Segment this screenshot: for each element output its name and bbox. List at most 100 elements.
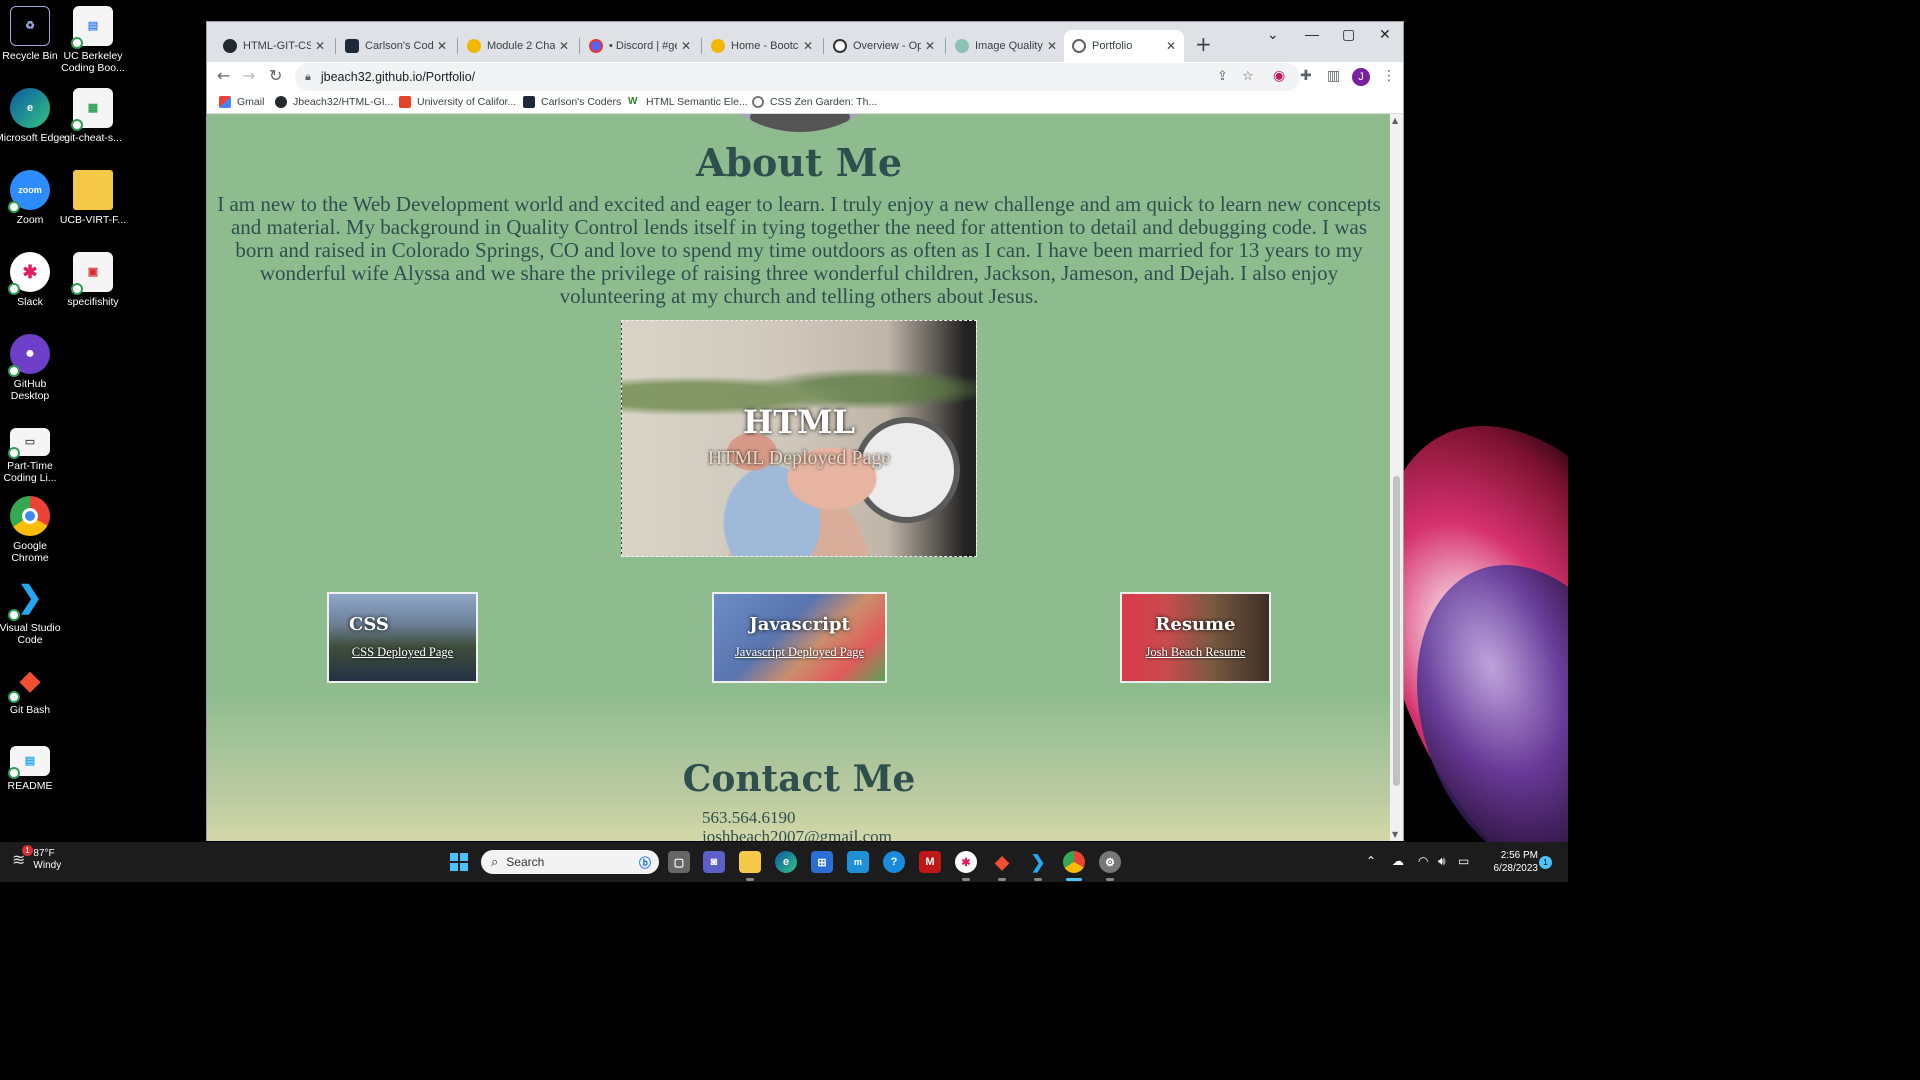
desktop-icon-git-bash[interactable]: ◆ Git Bash	[0, 660, 66, 716]
taskbar-search[interactable]: ⌕ Search ⓑ	[481, 850, 659, 874]
edge-icon[interactable]: e	[775, 851, 797, 873]
wifi-icon[interactable]: ◠	[1418, 854, 1428, 868]
close-tab-icon[interactable]: ✕	[1166, 39, 1176, 53]
git-bash-icon[interactable]: ◆	[991, 851, 1013, 873]
desktop-icon-part-time-coding[interactable]: ▭ Part-Time Coding Li...	[0, 428, 66, 484]
teams-chat-icon[interactable]: ◙	[703, 851, 725, 873]
extensions-puzzle-icon[interactable]: ✚	[1300, 68, 1312, 84]
spreadsheet-icon: ▦	[71, 88, 113, 131]
bookmark-gmail[interactable]: Gmail	[219, 96, 264, 108]
close-tab-icon[interactable]: ✕	[681, 39, 691, 53]
microsoft-store-icon[interactable]: ⊞	[811, 851, 833, 873]
project-card-html[interactable]: HTML HTML Deployed Page	[621, 320, 977, 557]
task-view-icon[interactable]: ▢	[668, 851, 690, 873]
app-running-indicator	[962, 878, 970, 881]
tab-module-2-challenge[interactable]: Module 2 Challe ✕	[459, 30, 577, 62]
bookmark-star-icon[interactable]: ☆	[1242, 69, 1254, 84]
chrome-icon[interactable]	[1063, 851, 1085, 873]
project-link-resume[interactable]: Josh Beach Resume	[1122, 645, 1269, 660]
close-tab-icon[interactable]: ✕	[1047, 39, 1057, 53]
mcafee-shield-icon[interactable]: M	[919, 851, 941, 873]
bootcamp-icon	[467, 39, 481, 53]
forward-arrow-icon[interactable]: →	[242, 66, 255, 85]
onedrive-icon[interactable]: ☁	[1392, 854, 1404, 868]
scrollbar-thumb[interactable]	[1393, 476, 1400, 786]
close-tab-icon[interactable]: ✕	[437, 39, 447, 53]
scroll-down-arrow-icon[interactable]: ▼	[1392, 830, 1398, 839]
desktop-icon-github-desktop[interactable]: ● GitHub Desktop	[0, 334, 66, 402]
new-tab-button[interactable]: +	[1195, 32, 1212, 56]
desktop-icon-uc-berkeley[interactable]: ▤ UC Berkeley Coding Boo...	[57, 6, 129, 74]
project-card-css[interactable]: CSS CSS Deployed Page	[327, 592, 478, 683]
settings-gear-icon[interactable]: ⚙	[1099, 851, 1121, 873]
file-explorer-icon[interactable]	[739, 851, 761, 873]
maximize-button[interactable]: ▢	[1342, 26, 1355, 43]
weather-temperature: 87°F	[33, 848, 55, 859]
desktop-icon-git-cheat-sheet[interactable]: ▦ git-cheat-s...	[57, 88, 129, 144]
scroll-up-arrow-icon[interactable]: ▲	[1392, 116, 1398, 125]
system-clock[interactable]: 2:56 PM 6/28/2023	[1478, 849, 1539, 875]
bookmark-html-semantic[interactable]: W HTML Semantic Ele...	[628, 96, 748, 108]
address-bar[interactable]: 🔒︎ jbeach32.github.io/Portfolio/	[295, 63, 1300, 91]
share-icon[interactable]: ⇪	[1217, 69, 1228, 84]
bookmark-university[interactable]: University of Califor...	[399, 96, 516, 108]
project-title-resume: Resume	[1155, 614, 1236, 635]
bookmark-css-zen-garden[interactable]: CSS Zen Garden: Th...	[752, 96, 877, 108]
tab-discord[interactable]: • Discord | #gen ✕	[581, 30, 699, 62]
project-card-resume[interactable]: Resume Josh Beach Resume	[1120, 592, 1271, 683]
slack-icon[interactable]: ✱	[955, 851, 977, 873]
notification-badge[interactable]: 1	[1539, 856, 1552, 869]
mcafee-app-icon[interactable]: m	[847, 851, 869, 873]
profile-avatar[interactable]: J	[1352, 68, 1370, 86]
help-icon[interactable]: ?	[883, 851, 905, 873]
weather-widget[interactable]: ≋ 1 87°F Windy	[12, 845, 61, 872]
project-link-css[interactable]: CSS Deployed Page	[329, 645, 476, 660]
page-scrollbar[interactable]: ▲ ▼	[1390, 114, 1403, 841]
close-window-button[interactable]: ✕	[1379, 26, 1391, 43]
close-tab-icon[interactable]: ✕	[315, 39, 325, 53]
extension-monitor-icon[interactable]: ◉	[1273, 68, 1285, 84]
browser-window: HTML-GIT-CSS- ✕ Carlson's Coder ✕ Module…	[206, 21, 1404, 841]
project-title-html: HTML	[743, 403, 855, 441]
desktop-icon-label: Part-Time Coding Li...	[3, 460, 57, 484]
slack-icon: ✱	[8, 252, 50, 295]
tab-search-chevron-icon[interactable]: ⌄	[1267, 26, 1279, 43]
volume-icon[interactable]: 🔊︎	[1438, 854, 1446, 869]
back-arrow-icon[interactable]: ←	[217, 66, 230, 85]
tab-portfolio[interactable]: Portfolio ✕	[1064, 30, 1184, 62]
minimize-button[interactable]: —	[1305, 26, 1319, 42]
git-bash-icon: ◆	[8, 660, 50, 703]
bootcamp-icon	[711, 39, 725, 53]
desktop-icon-ucb-folder[interactable]: UCB-VIRT-F...	[57, 170, 129, 226]
bookmark-carlsons-coders[interactable]: Carlson's Coders	[523, 96, 621, 108]
vscode-icon[interactable]: ❯	[1027, 851, 1049, 873]
close-tab-icon[interactable]: ✕	[803, 39, 813, 53]
tab-openai-overview[interactable]: Overview - Ope ✕	[825, 30, 943, 62]
github-icon	[275, 96, 287, 108]
reload-icon[interactable]: ↻	[269, 66, 282, 85]
gitlab-icon	[399, 96, 411, 108]
url-text: jbeach32.github.io/Portfolio/	[320, 70, 476, 84]
battery-icon[interactable]: ▭	[1458, 854, 1469, 868]
tab-html-git-css[interactable]: HTML-GIT-CSS- ✕	[215, 30, 333, 62]
start-button[interactable]	[450, 853, 468, 871]
desktop-icon-chrome[interactable]: Google Chrome	[0, 496, 66, 564]
tab-bootcamp-home[interactable]: Home - Bootcan ✕	[703, 30, 821, 62]
project-card-javascript[interactable]: Javascript Javascript Deployed Page	[712, 592, 887, 683]
bookmark-jbeach32-repo[interactable]: Jbeach32/HTML-GI...	[275, 96, 393, 108]
desktop-icon-vscode[interactable]: ❯ Visual Studio Code	[0, 578, 66, 647]
code-icon	[523, 96, 535, 108]
menu-kebab-icon[interactable]: ⋮	[1382, 68, 1396, 84]
tab-image-quality[interactable]: Image Quality: A ✕	[947, 30, 1065, 62]
show-hidden-icons-chevron[interactable]: ⌃	[1366, 854, 1376, 868]
close-tab-icon[interactable]: ✕	[559, 39, 569, 53]
contact-email[interactable]: joshbeach2007@gmail.com	[702, 827, 892, 841]
project-link-html[interactable]: HTML Deployed Page	[622, 447, 976, 470]
side-panel-icon[interactable]: ▥	[1327, 68, 1340, 84]
desktop-icon-specifishity[interactable]: ▣ specifishity	[57, 252, 129, 308]
close-tab-icon[interactable]: ✕	[925, 39, 935, 53]
project-link-javascript[interactable]: Javascript Deployed Page	[714, 645, 885, 660]
tab-separator	[701, 38, 702, 54]
tab-carlsons-coders[interactable]: Carlson's Coder ✕	[337, 30, 455, 62]
desktop-icon-readme[interactable]: ▤ README	[0, 746, 66, 792]
